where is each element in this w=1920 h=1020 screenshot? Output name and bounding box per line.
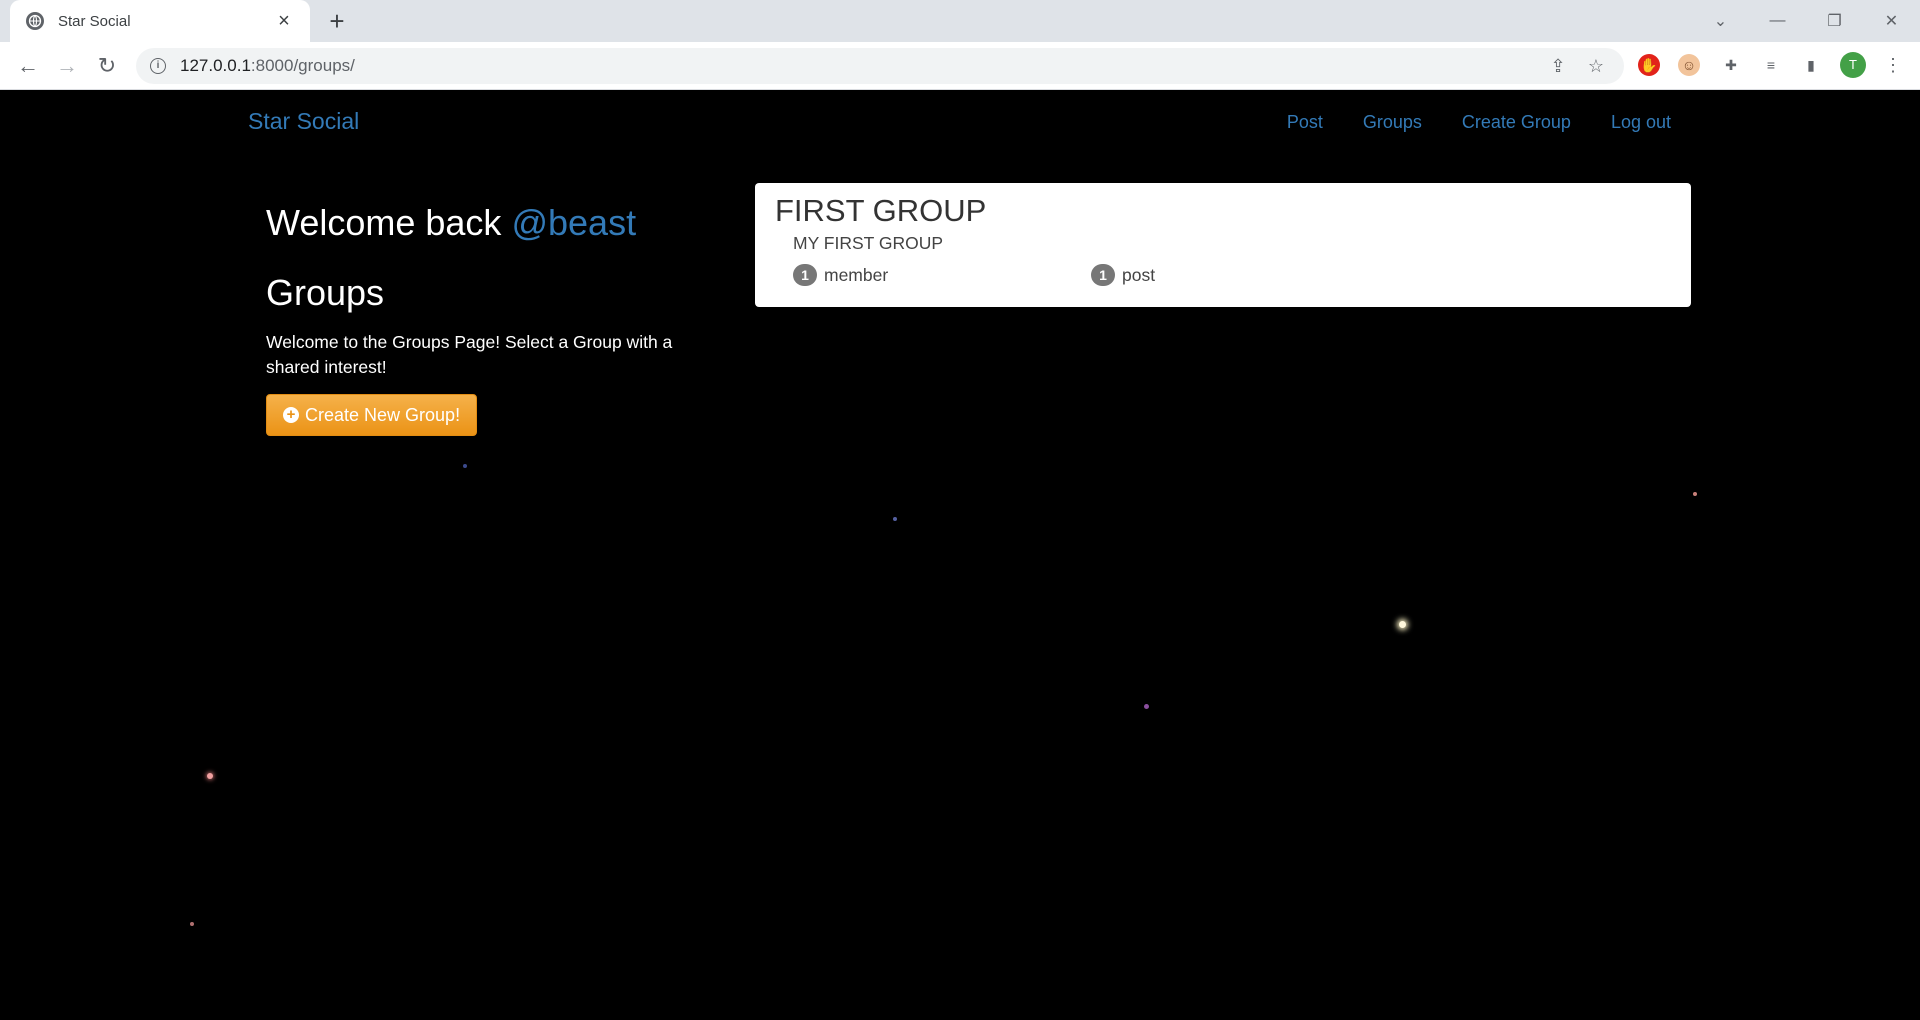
groups-heading: Groups (266, 272, 385, 313)
restore-icon[interactable]: ❐ (1806, 11, 1863, 31)
close-tab-icon[interactable]: × (272, 9, 296, 33)
star-decoration (207, 773, 213, 779)
back-icon[interactable]: ← (14, 52, 42, 80)
menu-kebab-icon[interactable]: ⋮ (1880, 52, 1906, 78)
url-text[interactable]: 127.0.0.1:8000/groups/ (180, 56, 355, 76)
nav-post[interactable]: Post (1287, 112, 1323, 133)
member-count-badge: 1 (793, 264, 817, 286)
brand-link[interactable]: Star Social (248, 108, 359, 135)
browser-toolbar: ← → ↻ i 127.0.0.1:8000/groups/ ⇪ ☆ ✋ ☺ ✚… (0, 42, 1920, 90)
welcome-heading: Welcome back @beast (266, 202, 637, 243)
post-count: 1 post (1091, 264, 1155, 286)
groups-sidebar: Welcome back @beast Groups Welcome to th… (266, 202, 686, 436)
new-tab-icon[interactable]: + (323, 7, 351, 35)
post-count-badge: 1 (1091, 264, 1115, 286)
browser-tab[interactable]: Star Social × (10, 0, 310, 42)
nav-log-out[interactable]: Log out (1611, 112, 1671, 133)
globe-icon (26, 12, 44, 30)
avatar-extension-icon[interactable]: ☺ (1678, 54, 1700, 76)
group-name[interactable]: FIRST GROUP (775, 193, 1671, 229)
star-decoration (1144, 704, 1149, 709)
side-panel-icon[interactable]: ▮ (1798, 52, 1824, 78)
tab-search-icon[interactable]: ⌄ (1692, 11, 1749, 31)
site-info-icon[interactable]: i (150, 58, 166, 74)
reload-icon[interactable]: ↻ (93, 52, 121, 80)
group-description: MY FIRST GROUP (793, 233, 944, 253)
minimize-icon[interactable]: — (1749, 12, 1806, 30)
group-list-item[interactable]: FIRST GROUP MY FIRST GROUP 1 member 1 po… (755, 183, 1691, 307)
member-label: member (824, 264, 889, 285)
adblock-extension-icon[interactable]: ✋ (1638, 54, 1660, 76)
main-nav: Post Groups Create Group Log out (1287, 112, 1671, 133)
forward-icon[interactable]: → (53, 52, 81, 80)
extensions-puzzle-icon[interactable]: ✚ (1718, 52, 1744, 78)
member-count: 1 member (793, 264, 1091, 286)
profile-avatar[interactable]: T (1840, 52, 1866, 78)
star-decoration (1693, 492, 1697, 496)
address-bar[interactable]: i 127.0.0.1:8000/groups/ ⇪ ☆ (136, 48, 1624, 84)
create-new-group-label: Create New Group! (305, 404, 461, 425)
share-icon[interactable]: ⇪ (1548, 56, 1568, 76)
media-queue-icon[interactable]: ≡ (1758, 52, 1784, 78)
bookmark-star-icon[interactable]: ☆ (1586, 56, 1606, 76)
star-decoration (463, 464, 467, 468)
tab-title: Star Social (58, 12, 131, 30)
close-window-icon[interactable]: ✕ (1863, 11, 1920, 31)
post-label: post (1122, 264, 1156, 285)
star-decoration (893, 517, 897, 521)
create-new-group-button[interactable]: + Create New Group! (266, 394, 478, 436)
groups-intro-text: Welcome to the Groups Page! Select a Gro… (266, 332, 673, 377)
page-viewport: Star Social Post Groups Create Group Log… (0, 90, 1920, 1020)
star-decoration (1399, 621, 1406, 628)
star-decoration (190, 922, 194, 926)
browser-tab-strip: Star Social × + ⌄ — ❐ ✕ (0, 0, 1920, 42)
group-stats: 1 member 1 post (793, 264, 1671, 286)
plus-circle-icon: + (283, 407, 299, 423)
nav-groups[interactable]: Groups (1363, 112, 1422, 133)
nav-create-group[interactable]: Create Group (1462, 112, 1571, 133)
username-link[interactable]: @beast (511, 202, 636, 243)
window-controls: ⌄ — ❐ ✕ (1692, 0, 1920, 42)
